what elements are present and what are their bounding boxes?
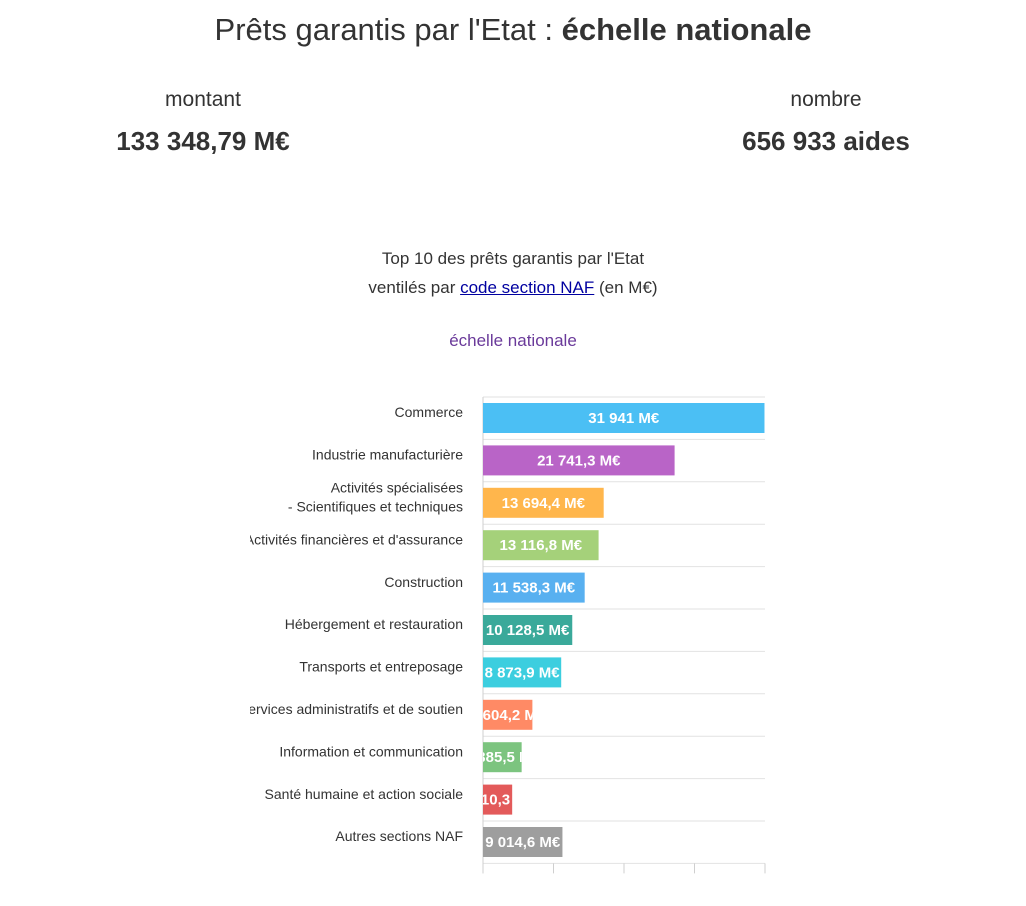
category-label-group: Industrie manufacturière <box>312 447 463 463</box>
category-label: Construction <box>384 574 463 590</box>
category-label-group: Activités spécialisées - Scientifiques et… <box>288 480 463 515</box>
category-label: Activités financières et d'assurance <box>245 531 463 547</box>
bar-value-label: 31 941 M€ <box>588 410 660 427</box>
bar-value-label: 10 128,5 M€ <box>486 622 570 639</box>
category-label-group: Autres sections NAF <box>335 828 463 844</box>
bar-value-label: 5 604,2 M€ <box>470 707 546 724</box>
category-label-group: Hébergement et restauration <box>285 616 463 632</box>
category-label: - Scientifiques et techniques <box>288 499 463 515</box>
category-label: Industrie manufacturière <box>312 447 463 463</box>
bar-value-label: 9 014,6 M€ <box>485 834 561 851</box>
category-label-group: Activités de services administratifs et … <box>166 701 463 717</box>
category-label: Commerce <box>395 404 464 420</box>
category-label: Activités de services administratifs et … <box>166 701 463 717</box>
category-label-group: Santé humaine et action sociale <box>265 786 464 802</box>
category-label: Santé humaine et action sociale <box>265 786 464 802</box>
bar-value-label: 11 538,3 M€ <box>493 580 576 597</box>
category-label-group: Transports et entreposage <box>299 659 463 675</box>
category-label-group: Construction <box>384 574 463 590</box>
bar-value-label: 13 116,8 M€ <box>500 537 583 554</box>
bar-chart: 31 941 M€ Commerce 21 741,3 M€ Industrie ma… <box>166 396 766 874</box>
bar-value-label: 21 741,3 M€ <box>537 452 621 469</box>
category-label: Autres sections NAF <box>335 828 463 844</box>
category-label-group: Activités financières et d'assurance <box>245 531 463 547</box>
category-label: Information et communication <box>279 743 463 759</box>
category-label: Transports et entreposage <box>299 659 463 675</box>
category-label: Hébergement et restauration <box>285 616 463 632</box>
bar-value-label: 4 385,5 M€ <box>465 749 541 766</box>
bar-value-label: 3 310,3 M€ <box>460 792 536 809</box>
category-label-group: Information et communication <box>279 743 463 759</box>
bar-value-label: 8 873,9 M€ <box>485 664 561 681</box>
category-label: Activités spécialisées <box>331 480 463 496</box>
bar-value-label: 13 694,4 M€ <box>502 495 586 512</box>
category-label-group: Commerce <box>395 404 464 420</box>
